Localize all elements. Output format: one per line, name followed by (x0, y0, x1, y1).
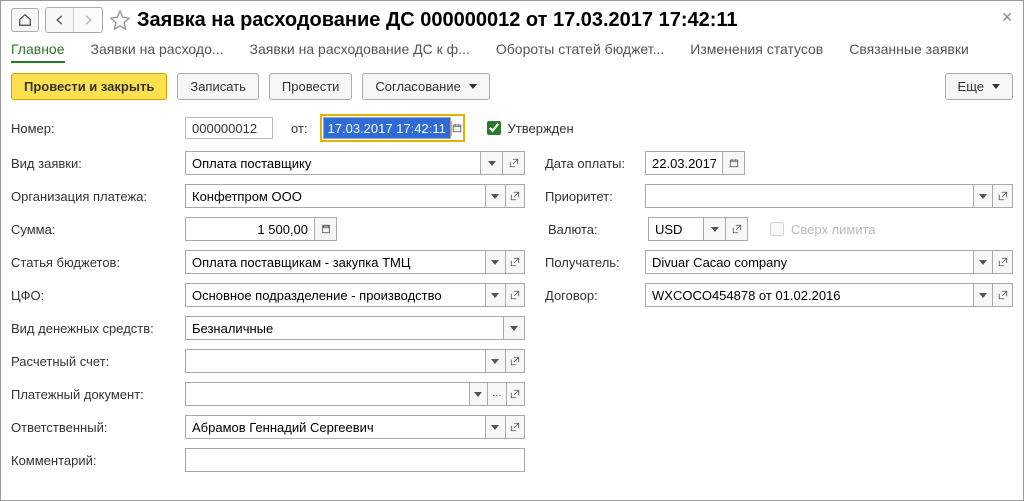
open-icon[interactable] (506, 184, 525, 208)
tab-requests[interactable]: Заявки на расходо... (91, 41, 224, 63)
save-button[interactable]: Записать (177, 73, 259, 100)
label-responsible: Ответственный: (11, 420, 177, 435)
post-button[interactable]: Провести (269, 73, 353, 100)
back-button[interactable] (46, 8, 74, 32)
dropdown-icon[interactable] (504, 316, 525, 340)
more-label: Еще (958, 79, 984, 94)
sum-field[interactable] (185, 217, 315, 241)
label-pay-doc: Платежный документ: (11, 387, 177, 402)
money-type-field[interactable] (185, 316, 504, 340)
cfo-field[interactable] (185, 283, 486, 307)
currency-field[interactable] (648, 217, 704, 241)
label-over-limit: Сверх лимита (791, 222, 876, 237)
tab-status-changes[interactable]: Изменения статусов (690, 41, 823, 63)
favorite-star-icon[interactable] (109, 9, 131, 31)
comment-field[interactable] (185, 448, 525, 472)
label-budget-item: Статья бюджетов: (11, 255, 177, 270)
open-icon[interactable] (506, 250, 525, 274)
label-org: Организация платежа: (11, 189, 177, 204)
label-approved: Утвержден (508, 121, 574, 136)
dropdown-icon[interactable] (486, 415, 505, 439)
recipient-field[interactable] (645, 250, 974, 274)
pay-doc-field[interactable] (185, 382, 470, 406)
label-recipient: Получатель: (545, 255, 637, 270)
date-field[interactable] (323, 117, 451, 139)
account-field[interactable] (185, 349, 486, 373)
contract-field[interactable] (645, 283, 974, 307)
date-field-wrapper (320, 114, 465, 142)
approval-button[interactable]: Согласование (362, 73, 489, 100)
dropdown-icon[interactable] (974, 250, 994, 274)
chevron-down-icon (992, 84, 1000, 89)
approval-label: Согласование (375, 79, 460, 94)
more-button[interactable]: Еще (945, 73, 1013, 100)
tab-main[interactable]: Главное (11, 41, 65, 63)
calendar-icon[interactable] (451, 121, 462, 136)
open-icon[interactable] (726, 217, 748, 241)
label-request-type: Вид заявки: (11, 156, 177, 171)
open-icon[interactable] (993, 250, 1013, 274)
over-limit-checkbox (770, 222, 784, 236)
open-icon[interactable] (993, 283, 1013, 307)
dropdown-icon[interactable] (481, 151, 503, 175)
label-from: от: (291, 121, 308, 136)
label-comment: Комментарий: (11, 453, 177, 468)
dropdown-icon[interactable] (974, 283, 994, 307)
tab-requests-full[interactable]: Заявки на расходование ДС к ф... (250, 41, 470, 63)
post-and-close-button[interactable]: Провести и закрыть (11, 73, 167, 100)
responsible-field[interactable] (185, 415, 486, 439)
dropdown-icon[interactable] (486, 184, 505, 208)
approved-checkbox[interactable] (487, 121, 501, 135)
label-account: Расчетный счет: (11, 354, 177, 369)
tabs-bar: Главное Заявки на расходо... Заявки на р… (11, 41, 1013, 63)
open-icon[interactable] (507, 382, 525, 406)
open-icon[interactable] (503, 151, 525, 175)
label-number: Номер: (11, 121, 177, 136)
dropdown-icon[interactable] (470, 382, 488, 406)
open-icon[interactable] (993, 184, 1013, 208)
priority-field[interactable] (645, 184, 974, 208)
dropdown-icon[interactable] (704, 217, 726, 241)
chevron-down-icon (469, 84, 477, 89)
label-sum: Сумма: (11, 222, 177, 237)
dropdown-icon[interactable] (486, 283, 505, 307)
ellipsis-icon[interactable] (488, 382, 506, 406)
calendar-icon[interactable] (723, 151, 745, 175)
label-money-type: Вид денежных средств: (11, 321, 177, 336)
payment-date-field[interactable] (645, 151, 723, 175)
dropdown-icon[interactable] (486, 250, 505, 274)
open-icon[interactable] (506, 349, 525, 373)
page-title: Заявка на расходование ДС 000000012 от 1… (137, 9, 738, 32)
open-icon[interactable] (506, 415, 525, 439)
open-icon[interactable] (506, 283, 525, 307)
number-field: 000000012 (185, 117, 273, 139)
dropdown-icon[interactable] (486, 349, 505, 373)
forward-button[interactable] (74, 8, 102, 32)
home-button[interactable] (11, 8, 39, 32)
request-type-field[interactable] (185, 151, 481, 175)
tab-related[interactable]: Связанные заявки (849, 41, 969, 63)
dropdown-icon[interactable] (974, 184, 994, 208)
calculator-icon[interactable] (315, 217, 337, 241)
org-field[interactable] (185, 184, 486, 208)
label-payment-date: Дата оплаты: (545, 156, 637, 171)
label-priority: Приоритет: (545, 189, 637, 204)
budget-item-field[interactable] (185, 250, 486, 274)
close-icon[interactable]: ✕ (1001, 9, 1013, 26)
label-currency: Валюта: (548, 222, 640, 237)
label-contract: Договор: (545, 288, 637, 303)
tab-turnovers[interactable]: Обороты статей бюджет... (496, 41, 664, 63)
label-cfo: ЦФО: (11, 288, 177, 303)
